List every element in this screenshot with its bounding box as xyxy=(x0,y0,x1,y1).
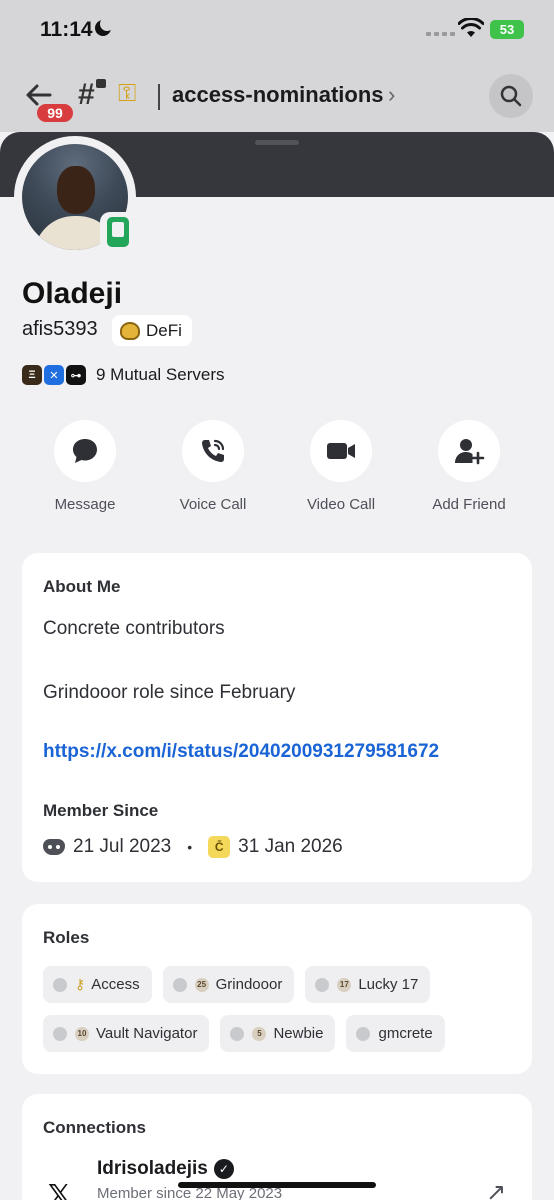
connection-account[interactable]: Idrisoladejis ✓ xyxy=(97,1158,234,1180)
server-icon: C̄ xyxy=(208,836,231,858)
chat-bubble-icon xyxy=(73,439,97,463)
discord-logo-icon xyxy=(43,839,65,855)
video-camera-icon xyxy=(327,443,355,459)
server-tag-label: DeFi xyxy=(146,320,182,340)
profile-actions: Message Voice Call Video Call Add Friend xyxy=(22,420,532,513)
wifi-icon xyxy=(458,18,484,37)
about-link[interactable]: https://x.com/i/status/20402009312795816… xyxy=(43,741,439,763)
x-logo-icon: 𝕏 xyxy=(48,1179,71,1200)
status-time: 11:14 xyxy=(40,18,93,41)
discord-join-date: 21 Jul 2023 xyxy=(73,836,172,857)
roles-list: ⚷ Access 25 Grindooor 17 Lucky 17 10 Vau… xyxy=(43,966,518,1052)
mutual-servers-label: 9 Mutual Servers xyxy=(96,365,225,384)
roles-card: Roles ⚷ Access 25 Grindooor 17 Lucky 17 … xyxy=(22,904,532,1074)
role-level-icon: 5 xyxy=(252,1026,267,1041)
battery-indicator: 53 xyxy=(490,20,524,39)
server-tag-icon xyxy=(120,321,140,340)
display-name: Oladeji xyxy=(22,277,123,310)
status-bar: 11:14 53 xyxy=(0,0,554,60)
search-icon xyxy=(500,85,522,107)
channel-hash-icon: # xyxy=(78,78,95,111)
key-icon: ⚿ xyxy=(118,80,137,107)
member-since-dates: 21 Jul 2023 • C̄ 31 Jan 2026 xyxy=(43,836,343,858)
username: afis5393 xyxy=(22,318,98,340)
sheet-drag-handle[interactable] xyxy=(255,140,299,145)
role-level-icon: 25 xyxy=(194,977,209,992)
mutual-servers[interactable]: Ξ ✕ ⊶ 9 Mutual Servers xyxy=(22,365,225,385)
about-me-heading: About Me xyxy=(43,577,121,596)
phone-icon xyxy=(202,439,225,462)
role-level-icon: 17 xyxy=(337,977,352,992)
add-friend-icon xyxy=(455,439,485,465)
about-line: Concrete contributors xyxy=(43,618,225,639)
external-link-icon[interactable]: ↗ xyxy=(486,1178,506,1200)
mobile-status-icon xyxy=(100,212,136,252)
moon-icon xyxy=(95,17,114,36)
server-icon: Ξ xyxy=(22,365,42,385)
video-call-button[interactable]: Video Call xyxy=(278,420,404,513)
role-chip[interactable]: ⚷ Access xyxy=(43,966,152,1003)
role-chip[interactable]: 25 Grindooor xyxy=(162,966,295,1003)
server-tag[interactable]: DeFi xyxy=(112,315,192,346)
about-line: Grindooor role since February xyxy=(43,682,296,703)
server-icon: ⊶ xyxy=(66,365,86,385)
cellular-signal-icon xyxy=(426,32,455,36)
search-button[interactable] xyxy=(489,74,533,118)
roles-heading: Roles xyxy=(43,928,90,947)
message-button[interactable]: Message xyxy=(22,420,148,513)
connections-heading: Connections xyxy=(43,1118,146,1137)
key-icon: ⚷ xyxy=(75,976,86,992)
voice-call-button[interactable]: Voice Call xyxy=(150,420,276,513)
channel-title[interactable]: access-nominations xyxy=(172,82,384,108)
role-level-icon: 10 xyxy=(75,1026,89,1041)
role-chip[interactable]: 5 Newbie xyxy=(220,1015,336,1052)
lock-icon xyxy=(96,79,106,88)
server-icon: ✕ xyxy=(44,365,64,385)
role-chip[interactable]: 17 Lucky 17 xyxy=(305,966,431,1003)
member-since-heading: Member Since xyxy=(43,801,159,820)
divider xyxy=(158,84,160,110)
unread-badge: 99 xyxy=(35,102,75,124)
chevron-right-icon[interactable]: › xyxy=(388,82,395,108)
server-join-date: 31 Jan 2026 xyxy=(238,836,343,857)
add-friend-button[interactable]: Add Friend xyxy=(406,420,532,513)
home-indicator[interactable] xyxy=(178,1182,376,1188)
role-chip[interactable]: 10 Vault Navigator xyxy=(43,1015,210,1052)
role-chip[interactable]: gmcrete xyxy=(346,1015,445,1052)
connection-name: Idrisoladejis xyxy=(97,1158,208,1179)
about-me-card: About Me Concrete contributors Grindooor… xyxy=(22,553,532,882)
verified-icon: ✓ xyxy=(213,1159,234,1179)
